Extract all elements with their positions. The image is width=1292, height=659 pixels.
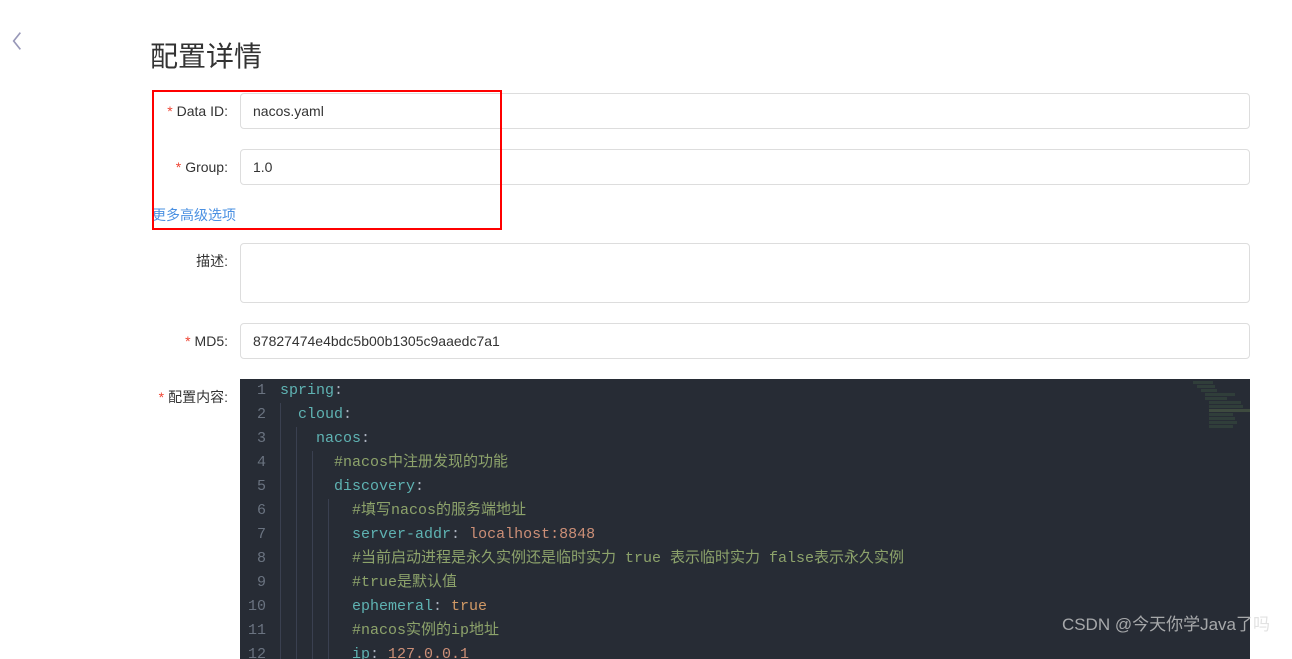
page-title: 配置详情 [150, 35, 1250, 75]
code-line: 3 nacos: [240, 427, 1250, 451]
code-text: discovery: [280, 475, 1250, 499]
code-line: 2 cloud: [240, 403, 1250, 427]
code-line: 1spring: [240, 379, 1250, 403]
md5-input[interactable] [240, 323, 1250, 359]
group-row: *Group: [150, 149, 1250, 185]
line-number: 1 [240, 379, 280, 403]
config-content-label: *配置内容: [150, 379, 240, 415]
line-number: 4 [240, 451, 280, 475]
code-line: 4 #nacos中注册发现的功能 [240, 451, 1250, 475]
data-id-input[interactable] [240, 93, 1250, 129]
code-line: 7 server-addr: localhost:8848 [240, 523, 1250, 547]
code-line: 5 discovery: [240, 475, 1250, 499]
description-label: 描述: [150, 243, 240, 279]
code-text: ip: 127.0.0.1 [280, 643, 1250, 659]
line-number: 10 [240, 595, 280, 619]
code-text: spring: [280, 379, 1250, 403]
description-row: 描述: [150, 243, 1250, 303]
line-number: 8 [240, 547, 280, 571]
code-line: 8 #当前启动进程是永久实例还是临时实力 true 表示临时实力 false表示… [240, 547, 1250, 571]
md5-row: *MD5: [150, 323, 1250, 359]
code-text: #nacos中注册发现的功能 [280, 451, 1250, 475]
data-id-label: *Data ID: [150, 93, 240, 129]
code-text: #填写nacos的服务端地址 [280, 499, 1250, 523]
code-text: nacos: [280, 427, 1250, 451]
md5-label: *MD5: [150, 323, 240, 359]
line-number: 11 [240, 619, 280, 643]
description-input[interactable] [240, 243, 1250, 303]
code-text: cloud: [280, 403, 1250, 427]
more-options-link[interactable]: 更多高级选项 [152, 205, 236, 225]
code-line: 12 ip: 127.0.0.1 [240, 643, 1250, 659]
line-number: 2 [240, 403, 280, 427]
code-line: 6 #填写nacos的服务端地址 [240, 499, 1250, 523]
code-line: 9 #true是默认值 [240, 571, 1250, 595]
watermark: CSDN @今天你学Java了吗 [1062, 610, 1270, 635]
code-text: server-addr: localhost:8848 [280, 523, 1250, 547]
group-input[interactable] [240, 149, 1250, 185]
line-number: 5 [240, 475, 280, 499]
line-number: 3 [240, 427, 280, 451]
config-detail-panel: 配置详情 *Data ID: *Group: 更多高级选项 描述: *MD5: … [150, 0, 1250, 659]
group-label: *Group: [150, 149, 240, 185]
line-number: 7 [240, 523, 280, 547]
back-button[interactable] [10, 30, 24, 58]
line-number: 12 [240, 643, 280, 659]
line-number: 6 [240, 499, 280, 523]
line-number: 9 [240, 571, 280, 595]
code-text: #当前启动进程是永久实例还是临时实力 true 表示临时实力 false表示永久… [280, 547, 1250, 571]
code-text: #true是默认值 [280, 571, 1250, 595]
data-id-row: *Data ID: [150, 93, 1250, 129]
